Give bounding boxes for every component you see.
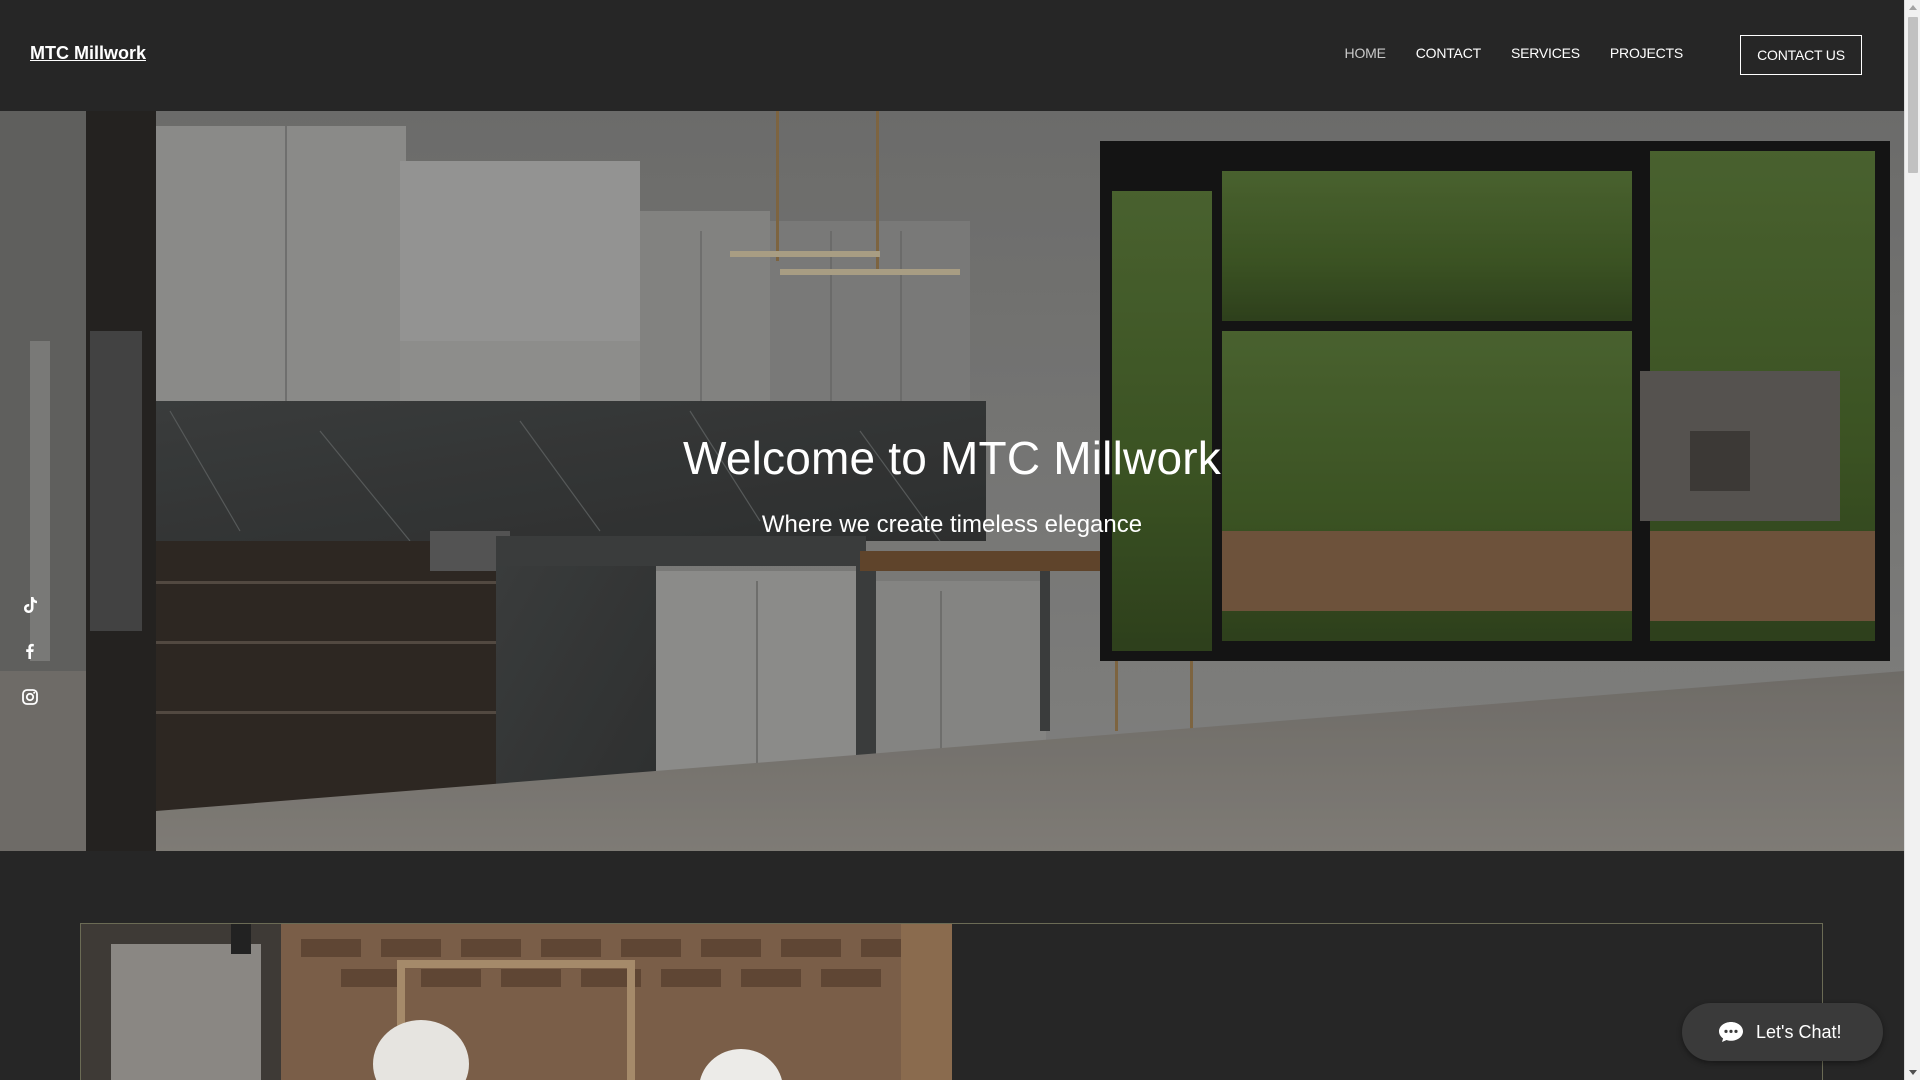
hero-subtitle: Where we create timeless elegance [761, 511, 1143, 538]
chat-label: Let's Chat! [1756, 1021, 1842, 1042]
main-nav: HOME CONTACT SERVICES PROJECTS [1330, 45, 1698, 61]
nav-contact[interactable]: CONTACT [1401, 45, 1496, 61]
site-header: MTC Millwork HOME CONTACT SERVICES PROJE… [0, 0, 1904, 111]
contact-us-button[interactable]: CONTACT US [1740, 35, 1862, 75]
site-logo[interactable]: MTC Millwork [30, 43, 146, 64]
scrollbar-thumb[interactable] [1908, 17, 1918, 173]
social-bar [20, 595, 40, 707]
instagram-icon[interactable] [20, 687, 40, 707]
workers-photo [81, 924, 952, 1080]
chat-button[interactable]: Let's Chat! [1682, 1003, 1883, 1061]
feature-section [80, 923, 1823, 1080]
nav-home[interactable]: HOME [1330, 45, 1401, 61]
facebook-icon[interactable] [20, 641, 40, 661]
chat-bubble-icon [1719, 1022, 1743, 1042]
page: MTC Millwork HOME CONTACT SERVICES PROJE… [0, 0, 1920, 1080]
page-scrollbar[interactable] [1904, 0, 1920, 1080]
nav-projects[interactable]: PROJECTS [1595, 45, 1698, 61]
hero-section: Welcome to MTC Millwork Where we create … [0, 111, 1904, 851]
tiktok-icon[interactable] [20, 595, 40, 615]
nav-services[interactable]: SERVICES [1496, 45, 1595, 61]
scroll-down-arrow-icon[interactable] [1909, 1070, 1917, 1075]
hero-title: Welcome to MTC Millwork [683, 432, 1221, 484]
scroll-up-arrow-icon[interactable] [1909, 5, 1917, 10]
